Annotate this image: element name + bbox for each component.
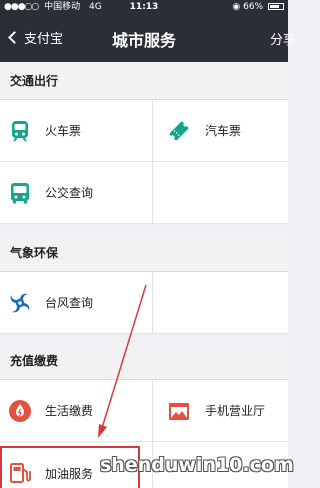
service-label: 汽车票 — [205, 124, 242, 138]
share-button[interactable]: 分享 — [270, 29, 296, 48]
phone-hall-icon — [169, 402, 189, 420]
page-title: 城市服务 — [111, 31, 176, 50]
top-bar: ●●●○○ 中国移动 4G 11:13 ◉ 66% 支付宝 城市服务 分享 — [0, 0, 296, 62]
typhoon-icon — [10, 293, 30, 312]
service-label: 生活缴费 — [45, 404, 94, 418]
service-label: 手机营业厅 — [205, 404, 266, 418]
service-mobile-hall[interactable]: 手机营业厅 — [153, 380, 288, 442]
fuel-pump-icon — [10, 463, 31, 483]
ticket-icon — [169, 121, 189, 140]
section-header-payment: 充值缴费 — [0, 342, 288, 380]
empty-cell — [153, 272, 288, 334]
section-grid-transport: 火车票 汽车票 公交查询 — [0, 100, 288, 224]
service-label: 公交查询 — [45, 186, 94, 200]
watermark: shenduwin10.com — [100, 454, 294, 476]
status-bar: ●●●○○ 中国移动 4G 11:13 ◉ 66% — [0, 0, 288, 14]
battery-icon — [268, 3, 284, 10]
service-bus-ticket[interactable]: 汽车票 — [153, 100, 288, 162]
lock-icon: ◉ — [232, 2, 241, 12]
section-grid-weather: 台风查询 — [0, 272, 288, 334]
bus-icon — [11, 182, 29, 203]
service-label: 火车票 — [45, 124, 82, 138]
section-header-transport: 交通出行 — [0, 62, 288, 100]
service-label: 加油服务 — [45, 466, 94, 481]
service-typhoon-query[interactable]: 台风查询 — [0, 272, 153, 334]
battery-percent: 66% — [243, 2, 264, 12]
empty-cell — [153, 162, 288, 224]
train-icon — [12, 120, 28, 142]
service-bus-query[interactable]: 公交查询 — [0, 162, 153, 224]
service-train-ticket[interactable]: 火车票 — [0, 100, 153, 162]
navigation-bar: 支付宝 城市服务 分享 — [0, 14, 296, 60]
section-header-weather: 气象环保 — [0, 234, 288, 272]
status-right: ◉ 66% — [232, 0, 284, 14]
service-utility-payment[interactable]: 生活缴费 — [0, 380, 153, 442]
water-drop-icon — [9, 399, 31, 422]
service-label: 台风查询 — [45, 296, 94, 310]
